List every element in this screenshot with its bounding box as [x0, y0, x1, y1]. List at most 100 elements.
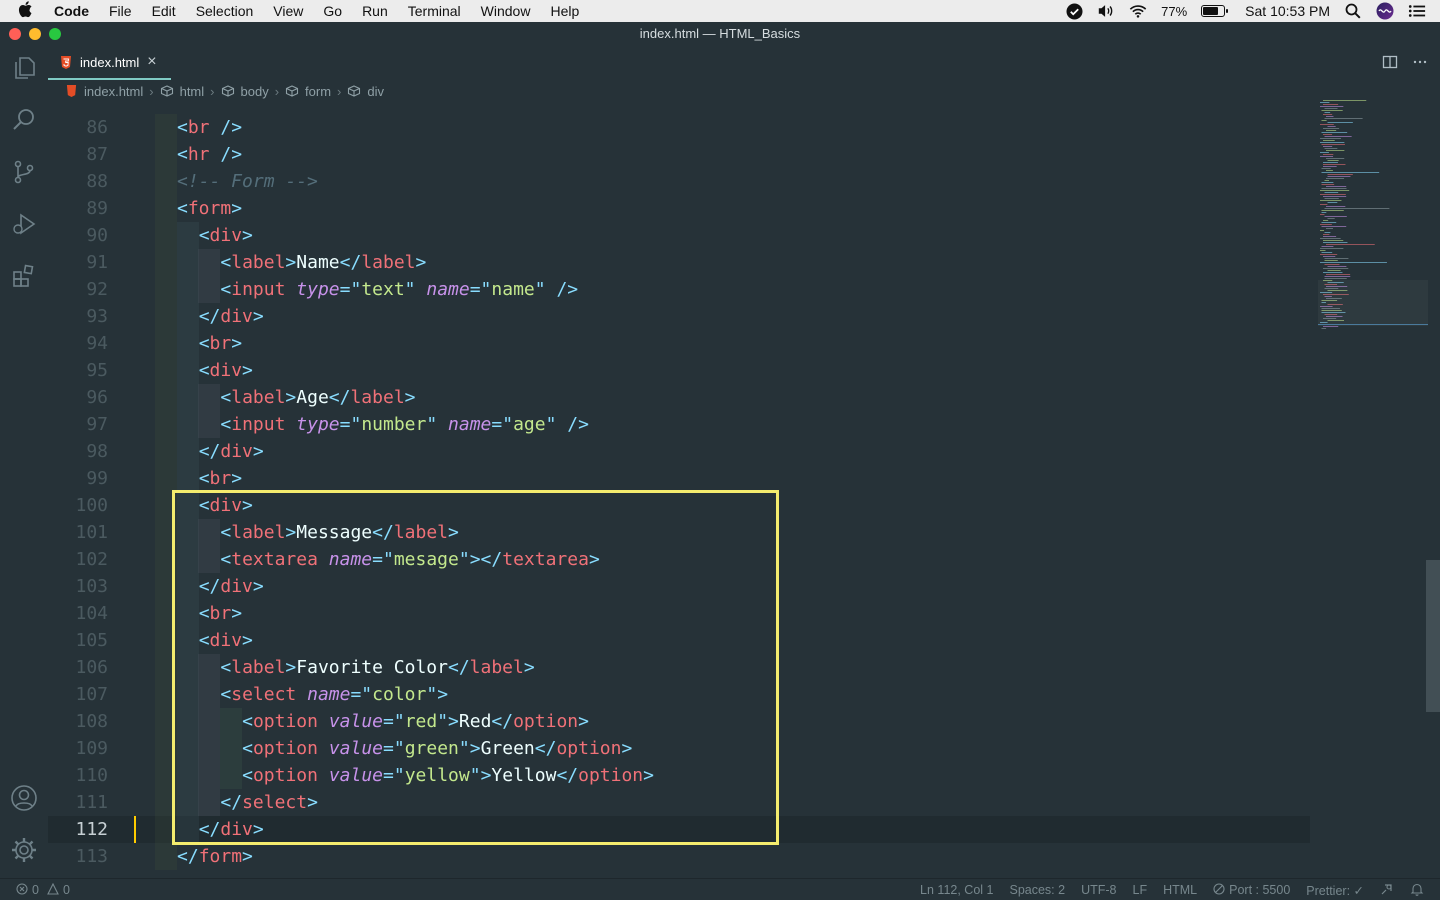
- volume-icon[interactable]: [1097, 2, 1115, 20]
- menu-edit[interactable]: Edit: [152, 0, 176, 22]
- code-line[interactable]: 90 <div>: [48, 222, 1310, 249]
- minimap-line: [1324, 216, 1347, 217]
- minimap-line: [1324, 278, 1347, 279]
- settings-gear-icon[interactable]: [8, 834, 40, 866]
- source-control-icon[interactable]: [8, 156, 40, 188]
- menu-file[interactable]: File: [109, 0, 132, 22]
- wifi-icon[interactable]: [1129, 2, 1147, 20]
- vertical-scrollbar-thumb[interactable]: [1426, 560, 1440, 712]
- minimap-line: [1327, 126, 1336, 127]
- run-debug-icon[interactable]: [8, 208, 40, 240]
- cursor-position[interactable]: Ln 112, Col 1: [920, 883, 993, 897]
- minimap[interactable]: [1318, 100, 1428, 332]
- menu-view[interactable]: View: [273, 0, 303, 22]
- menu-selection[interactable]: Selection: [196, 0, 254, 22]
- code-line[interactable]: 99 <br>: [48, 465, 1310, 492]
- file-encoding[interactable]: UTF-8: [1081, 883, 1116, 897]
- code-line[interactable]: 89 <form>: [48, 195, 1310, 222]
- code-line[interactable]: 97 <input type="number" name="age" />: [48, 411, 1310, 438]
- apple-menu-icon[interactable]: [18, 0, 38, 23]
- indent-guide: [176, 249, 199, 276]
- breadcrumb-item-div[interactable]: › div: [331, 84, 384, 99]
- extensions-icon[interactable]: [8, 260, 40, 292]
- tab-index-html[interactable]: index.html ×: [48, 46, 171, 80]
- breadcrumb-item-form[interactable]: › form: [269, 84, 331, 99]
- minimap-line: [1321, 188, 1347, 189]
- menu-help[interactable]: Help: [550, 0, 579, 22]
- more-actions-icon[interactable]: [1412, 54, 1428, 75]
- minimap-line: [1323, 154, 1334, 155]
- indent-guide: [155, 465, 177, 492]
- chevron-right-icon: ›: [149, 83, 154, 99]
- text-cursor: [134, 816, 136, 843]
- element-cube-icon: [285, 85, 299, 97]
- code-line[interactable]: 87 <hr />: [48, 141, 1310, 168]
- minimap-line: [1326, 186, 1347, 187]
- code-line[interactable]: 94 <br>: [48, 330, 1310, 357]
- code-line[interactable]: 96 <label>Age</label>: [48, 384, 1310, 411]
- split-editor-icon[interactable]: [1382, 54, 1398, 75]
- spotlight-search-icon[interactable]: [1344, 2, 1362, 20]
- menu-window[interactable]: Window: [481, 0, 531, 22]
- prettier-status[interactable]: Prettier: ✓: [1306, 883, 1364, 898]
- zoom-window-button[interactable]: [49, 28, 61, 40]
- indentation[interactable]: Spaces: 2: [1009, 883, 1065, 897]
- problems-indicator[interactable]: 0 0: [16, 879, 70, 900]
- minimap-line: [1321, 252, 1333, 253]
- code-line[interactable]: 93 </div>: [48, 303, 1310, 330]
- end-of-line[interactable]: LF: [1133, 883, 1148, 897]
- minimap-line: [1323, 196, 1347, 197]
- line-number: 88: [86, 171, 108, 192]
- checkmark-status-icon[interactable]: [1065, 2, 1083, 20]
- tab-label: index.html: [80, 54, 140, 70]
- breadcrumb-item-file[interactable]: index.html: [66, 84, 143, 99]
- breadcrumb-item-html[interactable]: › html: [143, 84, 204, 99]
- line-number: 95: [86, 360, 108, 381]
- minimap-line: [1327, 160, 1339, 161]
- indent-guide: [176, 357, 199, 384]
- minimap-line: [1326, 274, 1351, 275]
- close-window-button[interactable]: [9, 28, 21, 40]
- indent-guide: [176, 384, 199, 411]
- breadcrumb-label: div: [367, 83, 385, 99]
- tab-close-icon[interactable]: ×: [147, 53, 156, 71]
- breadcrumb-item-body[interactable]: › body: [204, 84, 269, 99]
- code-text: </div>: [198, 441, 264, 462]
- battery-icon[interactable]: [1201, 5, 1229, 17]
- minimap-line: [1321, 246, 1334, 247]
- code-line[interactable]: 95 <div>: [48, 357, 1310, 384]
- warning-count: 0: [62, 883, 70, 897]
- code-line[interactable]: 113 </form>: [48, 843, 1310, 870]
- line-number: 89: [86, 198, 108, 219]
- menu-terminal[interactable]: Terminal: [408, 0, 461, 22]
- feedback-icon[interactable]: [1380, 882, 1394, 899]
- line-number: 109: [75, 738, 108, 759]
- menu-app-code[interactable]: Code: [54, 0, 89, 22]
- live-server-port[interactable]: Port : 5500: [1213, 882, 1290, 898]
- minimap-line: [1323, 140, 1335, 141]
- menu-clock[interactable]: Sat 10:53 PM: [1245, 3, 1330, 19]
- code-line[interactable]: 88 <!-- Form -->: [48, 168, 1310, 195]
- menu-run[interactable]: Run: [362, 0, 388, 22]
- explorer-icon[interactable]: [8, 52, 40, 84]
- window-title: index.html — HTML_Basics: [639, 26, 801, 41]
- siri-icon[interactable]: [1376, 2, 1394, 20]
- search-icon[interactable]: [8, 104, 40, 136]
- language-mode[interactable]: HTML: [1163, 883, 1197, 897]
- minimap-line: [1327, 122, 1353, 123]
- control-center-icon[interactable]: [1408, 2, 1426, 20]
- line-number: 86: [86, 117, 108, 138]
- code-text: <input type="text" name="name" />: [220, 279, 579, 300]
- minimap-line: [1327, 174, 1353, 175]
- element-cube-icon: [160, 85, 174, 97]
- code-line[interactable]: 86 <br />: [48, 114, 1310, 141]
- notifications-bell-icon[interactable]: [1410, 882, 1424, 899]
- line-number: 91: [86, 252, 108, 273]
- code-line[interactable]: 92 <input type="text" name="name" />: [48, 276, 1310, 303]
- menu-go[interactable]: Go: [323, 0, 342, 22]
- minimize-window-button[interactable]: [29, 28, 41, 40]
- code-line[interactable]: 98 </div>: [48, 438, 1310, 465]
- accounts-icon[interactable]: [8, 782, 40, 814]
- code-line[interactable]: 91 <label>Name</label>: [48, 249, 1310, 276]
- indent-guide: [155, 276, 177, 303]
